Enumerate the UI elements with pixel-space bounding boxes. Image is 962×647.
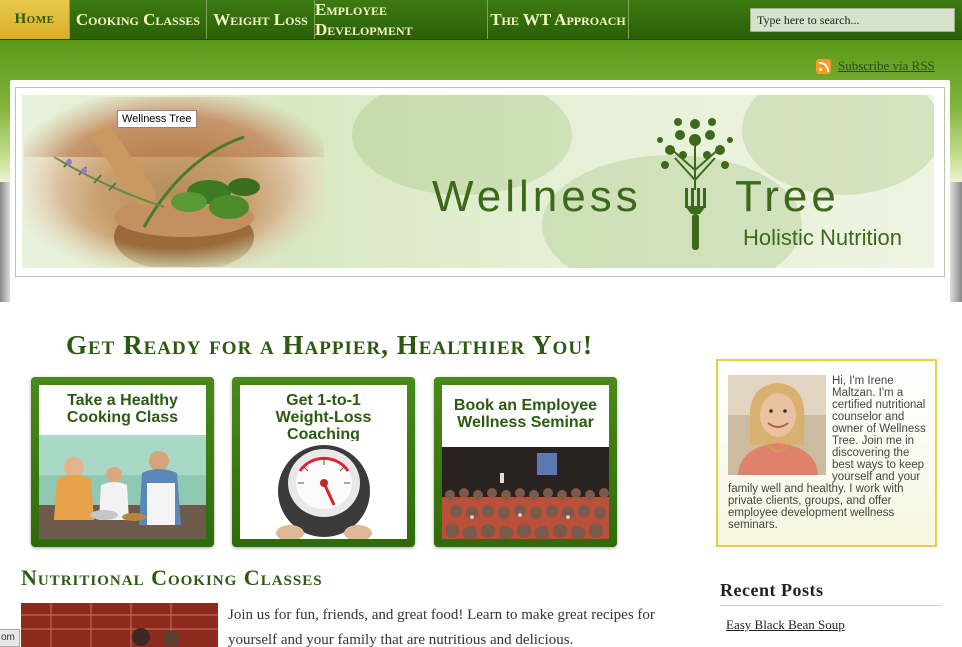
bathroom-scale-photo bbox=[240, 441, 407, 539]
cooking-classes-intro: Join us for fun, friends, and great food… bbox=[228, 607, 655, 647]
brand-tagline: Holistic Nutrition bbox=[743, 225, 902, 250]
brand-name-word-2: Tree bbox=[735, 172, 840, 221]
nav-wt-approach-label: The WT Approach bbox=[490, 9, 626, 29]
nav-wt-approach[interactable]: The WT Approach bbox=[488, 0, 629, 39]
top-nav-bar: Home Cooking Classes Weight Loss Employe… bbox=[0, 0, 962, 40]
promo-employee-seminar-title: Book an Employee Wellness Seminar bbox=[453, 397, 598, 431]
status-tab: om bbox=[0, 629, 20, 647]
nav-employee-development-label: Employee Development bbox=[315, 0, 413, 39]
about-box: Hi, I'm Irene Maltzan. I'm a certified n… bbox=[716, 359, 937, 547]
promo-employee-seminar[interactable]: Book an Employee Wellness Seminar bbox=[434, 377, 617, 547]
nav-home-label: Home bbox=[14, 11, 55, 27]
recent-posts-heading: Recent Posts bbox=[720, 580, 941, 606]
banner-tooltip: Wellness Tree bbox=[117, 110, 197, 128]
right-shadow bbox=[950, 182, 962, 302]
nav-employee-development[interactable]: Employee Development bbox=[315, 0, 488, 39]
left-shadow bbox=[0, 182, 10, 302]
nav-home[interactable]: Home bbox=[0, 0, 70, 39]
tree-fork-logo-icon bbox=[657, 118, 733, 250]
nav-weight-loss-label: Weight Loss bbox=[213, 9, 308, 29]
rss-subscribe-link[interactable]: Subscribe via RSS bbox=[838, 58, 935, 74]
recent-post-link[interactable]: Easy Black Bean Soup bbox=[726, 617, 845, 633]
promo-cooking-class-title: Take a Healthy Cooking Class bbox=[66, 392, 179, 426]
promo-weight-loss-inner: Get 1-to-1 Weight-Loss Coaching bbox=[240, 385, 407, 539]
cooking-group-illustration bbox=[21, 603, 218, 647]
promo-cooking-class[interactable]: Take a Healthy Cooking Class bbox=[31, 377, 214, 547]
rss-icon[interactable] bbox=[816, 59, 831, 74]
promo-weight-loss-title: Get 1-to-1 Weight-Loss Coaching bbox=[275, 392, 372, 443]
cooking-class-group-photo bbox=[21, 603, 218, 647]
nav-weight-loss[interactable]: Weight Loss bbox=[207, 0, 315, 39]
promo-cooking-class-inner: Take a Healthy Cooking Class bbox=[39, 385, 206, 539]
search-input[interactable] bbox=[750, 8, 955, 32]
nav-cooking-classes-label: Cooking Classes bbox=[75, 9, 201, 29]
cooking-classes-heading: Nutritional Cooking Classes bbox=[21, 565, 323, 590]
promo-employee-seminar-inner: Book an Employee Wellness Seminar bbox=[442, 385, 609, 539]
seminar-audience-photo bbox=[442, 447, 609, 539]
nav-cooking-classes[interactable]: Cooking Classes bbox=[70, 0, 207, 39]
promo-weight-loss[interactable]: Get 1-to-1 Weight-Loss Coaching bbox=[232, 377, 415, 547]
brand-name-word-1: Wellness bbox=[432, 172, 642, 221]
irene-portrait bbox=[728, 375, 826, 475]
avatar bbox=[728, 375, 826, 475]
page-headline: Get Ready for a Happier, Healthier You! bbox=[66, 330, 594, 360]
cooking-class-photo bbox=[39, 435, 206, 539]
